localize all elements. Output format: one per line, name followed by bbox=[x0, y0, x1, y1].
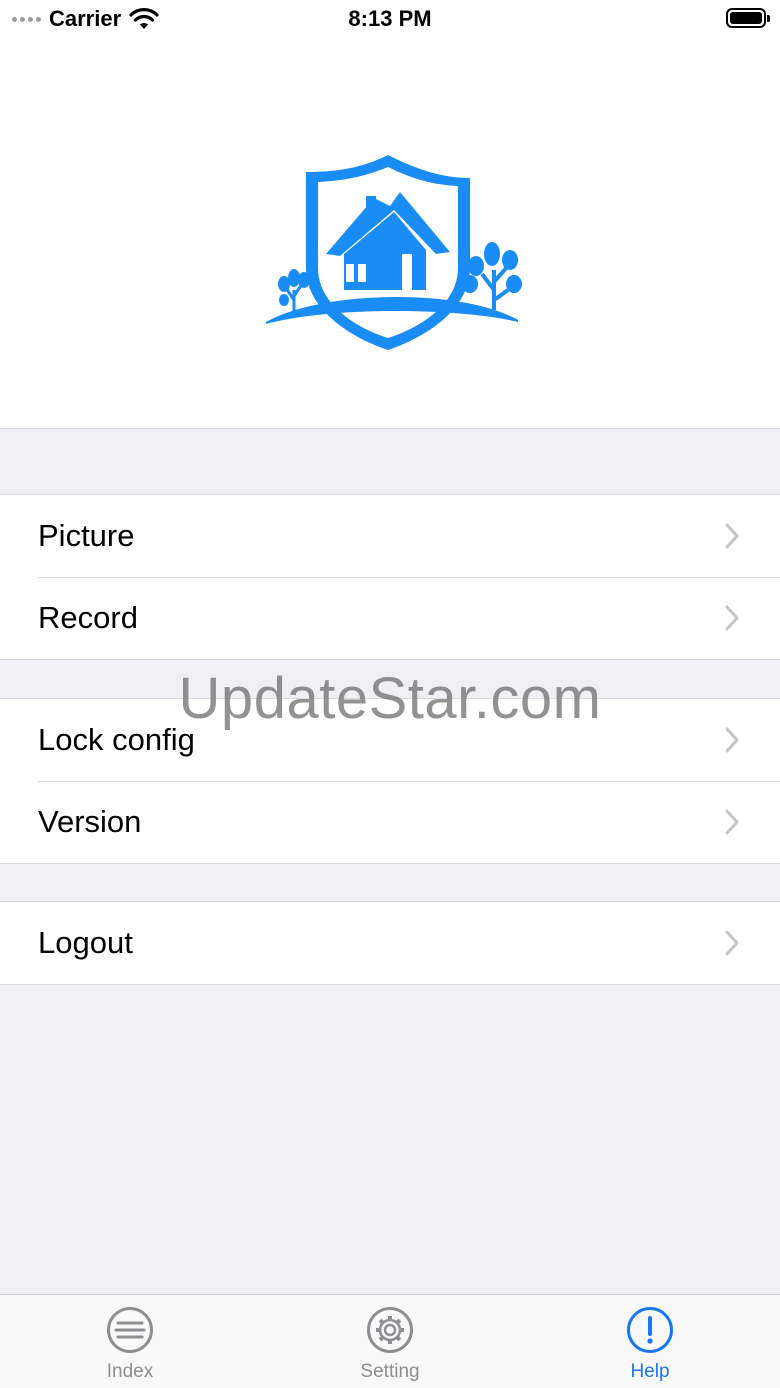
menu-item-lock-config[interactable]: Lock config bbox=[0, 699, 780, 781]
status-bar: Carrier 8:13 PM bbox=[0, 0, 780, 40]
tab-label: Setting bbox=[360, 1361, 420, 1382]
gear-icon bbox=[367, 1307, 413, 1353]
menu-item-label: Version bbox=[38, 804, 142, 839]
chevron-right-icon bbox=[725, 523, 739, 549]
menu-group-config: Lock config Version bbox=[0, 698, 780, 864]
chevron-right-icon bbox=[725, 605, 739, 631]
menu-item-label: Record bbox=[38, 600, 138, 635]
chevron-right-icon bbox=[725, 809, 739, 835]
menu-item-picture[interactable]: Picture bbox=[0, 495, 780, 577]
tab-label: Help bbox=[630, 1361, 670, 1382]
menu-item-label: Lock config bbox=[38, 722, 195, 757]
tab-bar: Index Setting Help bbox=[0, 1294, 780, 1388]
menu-item-label: Picture bbox=[38, 518, 135, 553]
menu-group-media: Picture Record bbox=[0, 494, 780, 660]
menu-item-label: Logout bbox=[38, 925, 133, 960]
status-time: 8:13 PM bbox=[348, 6, 432, 31]
tab-label: Index bbox=[106, 1361, 154, 1382]
menu-group-account: Logout bbox=[0, 901, 780, 985]
chevron-right-icon bbox=[725, 930, 739, 956]
menu-item-record[interactable]: Record bbox=[0, 577, 780, 659]
chevron-right-icon bbox=[725, 727, 739, 753]
tab-help[interactable]: Help bbox=[570, 1295, 730, 1388]
battery-icon bbox=[726, 8, 770, 28]
logo-header bbox=[0, 40, 780, 429]
exclamation-circle-icon bbox=[627, 1307, 673, 1353]
tab-setting[interactable]: Setting bbox=[310, 1295, 470, 1388]
house-shield-logo-icon bbox=[266, 155, 522, 350]
tab-index[interactable]: Index bbox=[50, 1295, 210, 1388]
menu-item-version[interactable]: Version bbox=[0, 781, 780, 863]
menu-item-logout[interactable]: Logout bbox=[0, 902, 780, 984]
menu-lines-icon bbox=[107, 1307, 153, 1353]
